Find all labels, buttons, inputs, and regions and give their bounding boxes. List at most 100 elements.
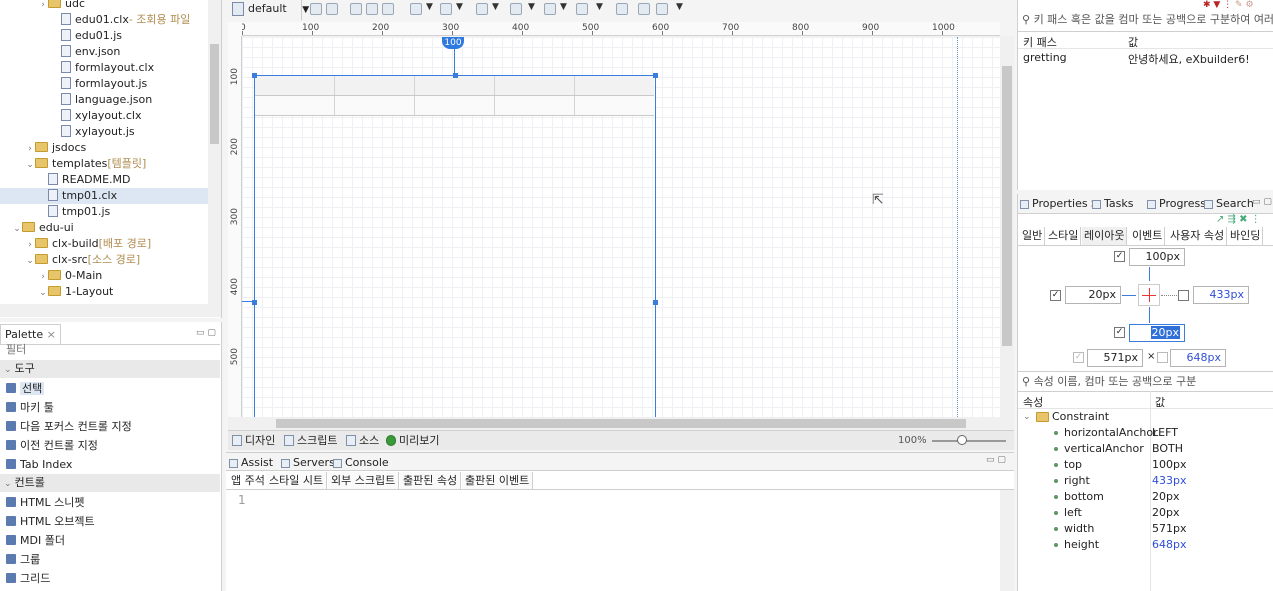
property-row[interactable]: top 100px <box>1018 457 1273 473</box>
tree-item[interactable]: language.json <box>0 92 210 108</box>
canvas-horizontal-scrollbar[interactable] <box>228 417 1014 430</box>
constraint-group-row[interactable]: ⌄ Constraint <box>1018 409 1273 425</box>
property-row[interactable]: horizontalAnchor LEFT <box>1018 425 1273 441</box>
assist-subtab[interactable]: 출판된 이벤트 <box>462 472 534 489</box>
twisty-icon[interactable]: ⌄ <box>25 253 35 269</box>
bottom-tab-2[interactable]: Console <box>333 454 389 472</box>
top-constraint-input[interactable]: 100px <box>1129 248 1185 266</box>
undo-icon[interactable] <box>310 3 322 15</box>
twisty-icon[interactable]: › <box>25 237 35 253</box>
value-column-header[interactable]: 값 <box>1128 34 1138 50</box>
tree-item[interactable]: › jsdocs <box>0 140 210 156</box>
layout-tab[interactable]: 스타일 <box>1046 227 1082 245</box>
assist-subtab[interactable]: 출판된 속성 <box>400 472 462 489</box>
palette-item[interactable]: 이전 컨트롤 지정 <box>0 436 220 455</box>
minimize-icon[interactable]: ▭ ▢ <box>196 328 216 338</box>
properties-tab-1[interactable]: Tasks <box>1092 195 1133 213</box>
key-column-header[interactable]: 키 패스 <box>1023 34 1057 50</box>
tree-item[interactable]: ⌄ 1-Layout <box>0 284 210 300</box>
palette-category[interactable]: ⌄ 컨트롤 <box>0 474 220 492</box>
variables-filter-input[interactable]: 키 패스 혹은 값을 컴마 또는 공백으로 구분하여 여러 <box>1034 13 1273 26</box>
top-constraint-checkbox[interactable]: ✓ <box>1114 251 1125 262</box>
property-name-header[interactable]: 속성 <box>1023 394 1043 410</box>
palette-item[interactable]: Tab Index <box>0 455 220 474</box>
assist-subtab[interactable]: 앱 주석 <box>228 472 269 489</box>
properties-tab-3[interactable]: Search <box>1204 195 1254 213</box>
layout-tab[interactable]: 사용자 속성 <box>1168 227 1228 245</box>
palette-item[interactable]: MDI 폴더 <box>0 531 220 550</box>
editor-tab-1[interactable]: 스크립트 <box>284 431 337 450</box>
zoom-slider[interactable] <box>932 440 1006 442</box>
palette-item[interactable]: 마키 툴 <box>0 398 220 417</box>
tree-item[interactable]: env.json <box>0 44 210 60</box>
tree-item[interactable]: › 0-Main <box>0 268 210 284</box>
tree-item[interactable]: ⌄ edu-ui <box>0 220 210 236</box>
palette-item[interactable]: 그룹 <box>0 550 220 569</box>
palette-item[interactable]: HTML 오브젝트 <box>0 512 220 531</box>
tree-item[interactable]: › clx-build[배포 경로] <box>0 236 210 252</box>
assist-subtab[interactable]: 스타일 시트 <box>266 472 328 489</box>
bottom-tab-1[interactable]: Servers <box>281 454 335 472</box>
property-row[interactable]: height 648px <box>1018 537 1273 553</box>
tree-item[interactable]: tmp01.clx <box>0 188 210 204</box>
width-constraint-checkbox[interactable]: ✓ <box>1073 352 1084 363</box>
zoom-slider-thumb[interactable] <box>957 435 967 445</box>
align-center-icon[interactable] <box>440 3 452 15</box>
right-constraint-input[interactable]: 433px <box>1193 286 1249 304</box>
explorer-horizontal-scrollbar[interactable] <box>0 304 221 317</box>
assist-scrollbar[interactable] <box>1000 490 1014 591</box>
properties-tab-2[interactable]: Progress <box>1147 195 1206 213</box>
profile-select[interactable]: default ▼ <box>248 2 309 15</box>
tree-item[interactable]: edu01.clx- 조회용 파일 <box>0 12 210 28</box>
panel-window-controls-icon[interactable]: ▭ ▢ <box>986 455 1006 465</box>
tree-item[interactable]: edu01.js <box>0 28 210 44</box>
property-row[interactable]: bottom 20px <box>1018 489 1273 505</box>
palette-filter-input[interactable] <box>2 340 216 358</box>
grid-toggle-icon[interactable] <box>638 3 650 15</box>
align-top-icon[interactable] <box>476 3 488 15</box>
paste-icon[interactable] <box>382 3 394 15</box>
property-row[interactable]: width 571px <box>1018 521 1273 537</box>
tree-item[interactable]: ⌄ clx-src[소스 경로] <box>0 252 210 268</box>
redo-icon[interactable] <box>326 3 338 15</box>
variable-row[interactable]: gretting 안녕하세요, eXbuilder6! <box>1018 51 1273 67</box>
layout-tab[interactable]: 바인딩 <box>1228 227 1264 245</box>
properties-filter-input[interactable]: 속성 이름, 컴마 또는 공백으로 구분 <box>1034 375 1197 388</box>
copy-icon[interactable] <box>350 3 362 15</box>
tree-item[interactable]: xylayout.js <box>0 124 210 140</box>
tree-item[interactable]: ⌄ templates[템플릿] <box>0 156 210 172</box>
distribute-icon[interactable] <box>576 3 588 15</box>
palette-item[interactable]: 그리드 <box>0 569 220 588</box>
twisty-icon[interactable]: › <box>38 269 48 285</box>
locale-icon[interactable]: ✱ ▼ ⋮ ✎ ⚙ <box>1203 0 1254 10</box>
property-row[interactable]: right 433px <box>1018 473 1273 489</box>
properties-tab-0[interactable]: Properties× <box>1020 195 1099 213</box>
twisty-icon[interactable]: ⌄ <box>12 221 22 237</box>
cut-icon[interactable] <box>366 3 378 15</box>
tree-item[interactable]: README.MD <box>0 172 210 188</box>
editor-tab-0[interactable]: 디자인 <box>232 431 275 450</box>
group-arrange-icon[interactable] <box>510 3 522 15</box>
design-canvas[interactable]: 100 ⇱ <box>242 37 1000 417</box>
explorer-vertical-scrollbar[interactable] <box>208 0 221 304</box>
bottom-constraint-input[interactable]: 20px <box>1129 324 1185 342</box>
left-constraint-checkbox[interactable]: ✓ <box>1050 290 1061 301</box>
layout-tools-icon[interactable] <box>656 3 668 15</box>
height-constraint-input[interactable]: 648px <box>1170 349 1226 367</box>
layout-tab[interactable]: 이벤트 <box>1130 227 1166 245</box>
tree-item[interactable]: formlayout.clx <box>0 60 210 76</box>
twisty-icon[interactable]: ⌄ <box>25 157 35 173</box>
canvas-vertical-scrollbar[interactable] <box>1000 36 1014 417</box>
layout-tab[interactable]: 레이아웃 <box>1082 227 1128 245</box>
property-row[interactable]: verticalAnchor BOTH <box>1018 441 1273 457</box>
layout-tab[interactable]: 일반 <box>1020 227 1046 245</box>
assist-subtab[interactable]: 외부 스크립트 <box>328 472 400 489</box>
properties-actions-icon[interactable]: ↗ ⇶ ✖ ⋮ <box>1216 214 1261 225</box>
left-constraint-input[interactable]: 20px <box>1065 286 1121 304</box>
tree-item[interactable]: › udc <box>0 0 210 12</box>
twisty-icon[interactable]: ⌄ <box>38 285 48 301</box>
selected-container[interactable] <box>252 73 658 417</box>
tree-item[interactable]: tmp01.js <box>0 204 210 220</box>
palette-item[interactable]: 다음 포커스 컨트롤 지정 <box>0 417 220 436</box>
height-constraint-checkbox[interactable] <box>1157 352 1168 363</box>
